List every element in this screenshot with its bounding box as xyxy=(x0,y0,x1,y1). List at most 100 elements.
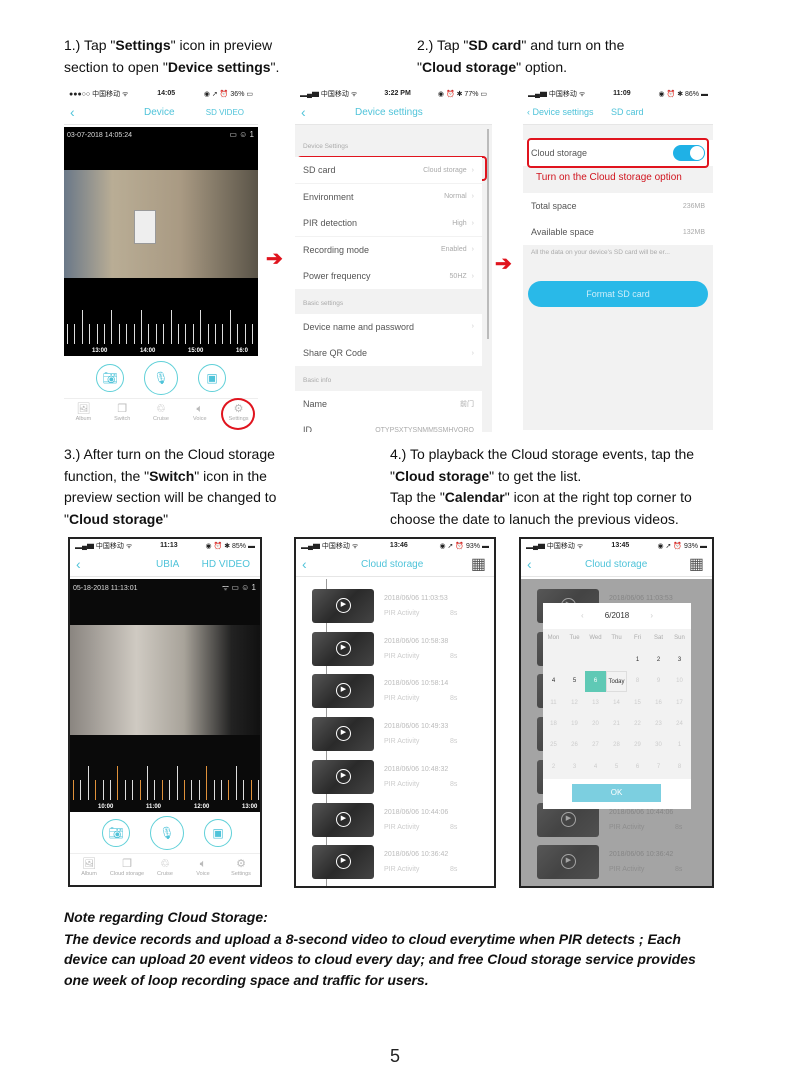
calendar-day[interactable]: 29 xyxy=(627,735,648,756)
play-icon[interactable]: ▶ xyxy=(336,640,351,656)
play-icon[interactable]: ▶ xyxy=(336,726,351,742)
today-cell[interactable]: Today xyxy=(606,671,627,693)
settings-row-device-name-and-password[interactable]: Device name and password › xyxy=(295,313,482,340)
calendar-day[interactable]: 23 xyxy=(648,714,669,735)
tab-album[interactable]: 🖼︎ Album xyxy=(70,854,108,885)
back-button[interactable]: ‹ Device settings xyxy=(527,107,594,117)
talk-button[interactable]: 🎙︎ xyxy=(144,361,178,395)
tab-cruise[interactable]: ♲ Cruise xyxy=(142,399,181,430)
tab-album[interactable]: 🖼︎ Album xyxy=(64,399,103,430)
video-thumbnail[interactable]: ▶ xyxy=(312,759,374,794)
calendar-day[interactable]: 28 xyxy=(606,735,627,756)
calendar-day[interactable]: 22 xyxy=(627,714,648,735)
settings-row-name[interactable]: Name 前门 xyxy=(295,390,482,417)
selected-day[interactable]: 6 xyxy=(585,671,606,693)
back-icon[interactable]: ‹ xyxy=(302,556,307,572)
video-quality-button[interactable]: HD VIDEO xyxy=(202,559,250,570)
talk-button[interactable]: 🎙︎ xyxy=(150,816,184,850)
calendar-day[interactable]: 13 xyxy=(585,693,606,714)
event-row[interactable]: ▶ 2018/06/06 10:58:14 PIR Activity 8s xyxy=(312,674,494,710)
back-icon[interactable]: ‹ xyxy=(301,104,306,120)
calendar-day[interactable]: 17 xyxy=(669,693,690,714)
timeline[interactable]: 10:00 11:00 12:00 13:00 xyxy=(70,764,260,812)
settings-row-sd-card[interactable]: SD card Cloud storage › xyxy=(295,157,482,183)
calendar-day[interactable]: 2 xyxy=(648,650,669,671)
calendar-day[interactable]: 3 xyxy=(564,757,585,778)
timeline[interactable]: 13:00 14:00 15:00 16:0 xyxy=(64,308,258,356)
settings-row-recording-mode[interactable]: Recording mode Enabled › xyxy=(295,236,482,263)
play-icon[interactable]: ▶ xyxy=(336,768,351,784)
tab-settings[interactable]: ⚙︎ Settings xyxy=(222,854,260,885)
video-quality-button[interactable]: SD VIDEO xyxy=(206,108,244,117)
calendar-icon[interactable]: ▦ xyxy=(689,554,704,574)
tab-switch[interactable]: ❐ Switch xyxy=(103,399,142,430)
calendar-day[interactable]: 14 xyxy=(606,693,627,714)
settings-row-environment[interactable]: Environment Normal › xyxy=(295,183,482,210)
play-icon[interactable]: ▶ xyxy=(336,683,351,699)
video-thumbnail[interactable]: ▶ xyxy=(312,802,374,837)
settings-row-power-frequency[interactable]: Power frequency 50HZ › xyxy=(295,263,482,289)
calendar-day[interactable]: 6 xyxy=(627,757,648,778)
calendar-day[interactable]: 4 xyxy=(585,757,606,778)
calendar-day[interactable]: 8 xyxy=(669,757,690,778)
play-icon[interactable]: ▶ xyxy=(336,598,351,613)
tab-voice[interactable]: 🔈︎ Voice xyxy=(184,854,222,885)
event-row[interactable]: ▶ 2018/06/06 10:58:38 PIR Activity 8s xyxy=(312,631,494,668)
record-button[interactable]: ▣ xyxy=(204,819,232,847)
tab-voice[interactable]: 🔈︎ Voice xyxy=(180,399,219,430)
settings-row-id[interactable]: ID OTYPSXTYSNMM5SMHVORQ xyxy=(295,417,482,432)
event-row[interactable]: ▶ 2018/06/06 11:03:53 PIR Activity 8s xyxy=(312,589,494,625)
settings-row-pir-detection[interactable]: PIR detection High › xyxy=(295,210,482,236)
format-sd-card-button[interactable]: Format SD card xyxy=(528,281,708,307)
video-thumbnail[interactable]: ▶ xyxy=(312,674,374,709)
calendar-day[interactable]: 25 xyxy=(543,735,564,756)
calendar-icon[interactable]: ▦ xyxy=(471,554,486,574)
scrollbar[interactable] xyxy=(487,129,489,339)
ok-button[interactable]: OK xyxy=(572,784,661,802)
video-thumbnail[interactable]: ▶ xyxy=(312,845,374,880)
calendar-day[interactable]: 1 xyxy=(627,650,648,671)
calendar-day[interactable]: 5 xyxy=(606,757,627,778)
play-icon[interactable]: ▶ xyxy=(336,854,351,870)
calendar-day[interactable]: 27 xyxy=(585,735,606,756)
record-button[interactable]: ▣ xyxy=(198,364,226,392)
prev-month-button[interactable]: ‹ xyxy=(581,603,584,629)
event-row[interactable]: ▶ 2018/06/06 10:49:33 PIR Activity 8s xyxy=(312,717,494,753)
calendar-day[interactable]: 16 xyxy=(648,693,669,714)
calendar-day[interactable]: 10 xyxy=(669,671,690,692)
tab-cloud-storage[interactable]: ❐ Cloud storage xyxy=(108,854,146,885)
calendar-day[interactable]: 3 xyxy=(669,650,690,671)
snapshot-button[interactable]: 📷︎ xyxy=(96,364,124,392)
calendar-day[interactable]: 24 xyxy=(669,714,690,735)
event-row[interactable]: ▶ 2018/06/06 10:48:32 PIR Activity 8s xyxy=(312,759,494,796)
video-thumbnail[interactable]: ▶ xyxy=(312,589,374,623)
snapshot-button[interactable]: 📷︎ xyxy=(102,819,130,847)
calendar-day[interactable]: 20 xyxy=(585,714,606,735)
calendar-day[interactable]: 21 xyxy=(606,714,627,735)
video-thumbnail[interactable]: ▶ xyxy=(312,631,374,666)
calendar-day[interactable]: 7 xyxy=(648,757,669,778)
calendar-day[interactable]: 26 xyxy=(564,735,585,756)
calendar-day[interactable]: 8 xyxy=(627,671,648,692)
event-row[interactable]: ▶ 2018/06/06 10:36:42 PIR Activity 8s xyxy=(312,845,494,881)
calendar-day[interactable]: 5 xyxy=(564,671,585,692)
back-icon[interactable]: ‹ xyxy=(70,104,75,120)
calendar-day[interactable]: 12 xyxy=(564,693,585,714)
settings-row-share-qr-code[interactable]: Share QR Code › xyxy=(295,340,482,366)
calendar-day[interactable]: 18 xyxy=(543,714,564,735)
back-icon[interactable]: ‹ xyxy=(76,556,81,572)
calendar-day[interactable]: 30 xyxy=(648,735,669,756)
next-month-button[interactable]: › xyxy=(650,603,653,629)
calendar-day[interactable]: 19 xyxy=(564,714,585,735)
calendar-day[interactable]: 2 xyxy=(543,757,564,778)
calendar-day[interactable]: 4 xyxy=(543,671,564,692)
calendar-day[interactable]: 1 xyxy=(669,735,690,756)
play-icon[interactable]: ▶ xyxy=(336,811,351,827)
back-icon[interactable]: ‹ xyxy=(527,556,532,572)
video-thumbnail[interactable]: ▶ xyxy=(312,717,374,752)
calendar-day[interactable]: 9 xyxy=(648,671,669,692)
event-row[interactable]: ▶ 2018/06/06 10:44:06 PIR Activity 8s xyxy=(312,802,494,839)
calendar-day[interactable]: 11 xyxy=(543,693,564,714)
calendar-day[interactable]: 15 xyxy=(627,693,648,714)
tab-cruise[interactable]: ♲ Cruise xyxy=(146,854,184,885)
